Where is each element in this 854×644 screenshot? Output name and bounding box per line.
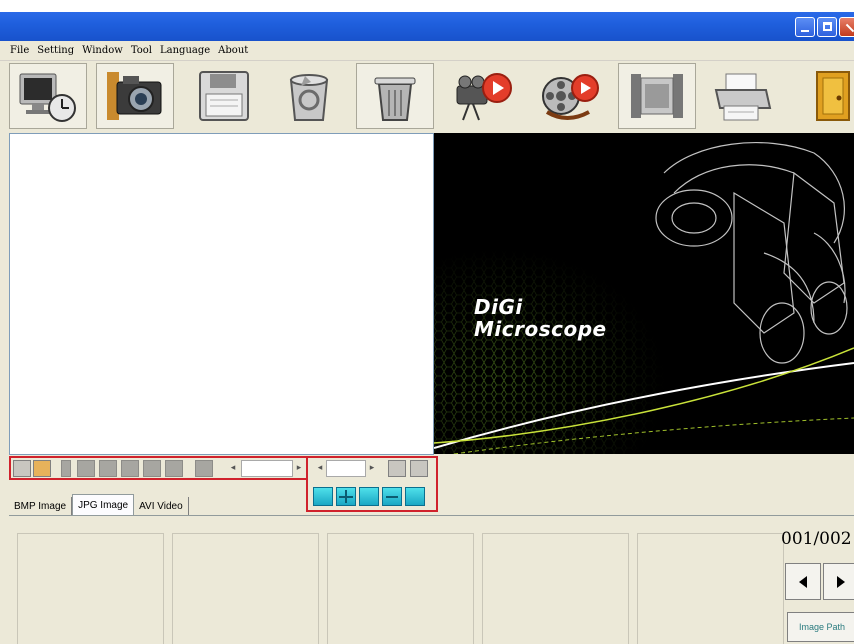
media-tabs: BMP Image JPG Image AVI Video	[9, 494, 189, 516]
control-button-1[interactable]	[77, 460, 95, 477]
main-toolbar	[0, 61, 854, 133]
zoom-left-icon[interactable]: ◂	[314, 460, 326, 477]
tab-avi-video[interactable]: AVI Video	[134, 497, 189, 516]
scroll-left-icon[interactable]: ◂	[227, 460, 239, 477]
tab-jpg-image[interactable]: JPG Image	[72, 494, 135, 516]
measure-line-icon[interactable]	[382, 487, 402, 506]
exit-button[interactable]	[792, 63, 854, 129]
arrow-left-icon	[799, 575, 807, 588]
crosshair-icon[interactable]	[336, 487, 356, 506]
zoom-control-bar: ◂ ▸	[306, 456, 438, 484]
snapshot-icon[interactable]	[13, 460, 31, 477]
title-bar[interactable]	[0, 12, 854, 41]
printer-icon	[714, 73, 772, 121]
maximize-button[interactable]	[817, 17, 837, 37]
save-button[interactable]	[185, 63, 263, 129]
menu-language[interactable]: Language	[160, 45, 210, 56]
video-camera-record-icon	[456, 73, 512, 121]
monitor-clock-icon	[19, 73, 76, 122]
control-button-2[interactable]	[99, 460, 117, 477]
preview-pane[interactable]	[9, 133, 434, 455]
image-path-button[interactable]: Image Path	[787, 612, 854, 642]
thumbnail-slot[interactable]	[327, 533, 474, 644]
tab-bmp-image[interactable]: BMP Image	[9, 497, 73, 516]
delete-button[interactable]	[356, 63, 434, 129]
playback-control-bar: ◂ ▸	[9, 456, 308, 480]
position-slider[interactable]	[241, 460, 293, 477]
film-reel-record-icon	[542, 74, 599, 120]
next-page-button[interactable]	[823, 563, 854, 600]
copy-icon[interactable]	[313, 487, 333, 506]
camera-icon	[107, 72, 162, 120]
menu-about[interactable]: About	[218, 45, 248, 56]
thumbnail-slot[interactable]	[172, 533, 319, 644]
recycle-button[interactable]	[270, 63, 348, 129]
control-button-6[interactable]	[195, 460, 213, 477]
thumbnail-strip	[9, 525, 854, 644]
video-record-button[interactable]	[444, 63, 522, 129]
menu-window[interactable]: Window	[82, 45, 123, 56]
monitor-clock-button[interactable]	[9, 63, 87, 129]
print-button[interactable]	[703, 63, 781, 129]
recycle-bin-icon	[289, 74, 329, 121]
thumbnail-slot[interactable]	[482, 533, 629, 644]
trash-can-icon	[374, 77, 416, 121]
splash-background	[434, 133, 854, 454]
thumbnail-slot[interactable]	[17, 533, 164, 644]
splash-pane: DiGi Microscope	[434, 133, 854, 454]
control-button-3[interactable]	[121, 460, 139, 477]
fit-view-icon[interactable]	[388, 460, 406, 477]
zoom-right-icon[interactable]: ▸	[366, 460, 378, 477]
filmstrip-button[interactable]	[618, 63, 696, 129]
minimize-button[interactable]	[795, 17, 815, 37]
zoom-slider[interactable]	[326, 460, 366, 477]
top-strip	[0, 0, 854, 12]
capture-button[interactable]	[96, 63, 174, 129]
thumbnail-slot[interactable]	[637, 533, 784, 644]
image-adjust-icon[interactable]	[359, 487, 379, 506]
draw-pen-icon[interactable]	[410, 460, 428, 477]
scroll-right-icon[interactable]: ▸	[293, 460, 305, 477]
tab-divider	[9, 515, 854, 516]
save-snapshot-icon[interactable]	[405, 487, 425, 506]
open-folder-icon[interactable]	[33, 460, 51, 477]
brand-line-1: DiGi	[474, 295, 523, 319]
menu-file[interactable]: File	[10, 45, 29, 56]
control-button-5[interactable]	[165, 460, 183, 477]
splash-brand: DiGi Microscope	[474, 296, 607, 340]
film-record-button[interactable]	[530, 63, 608, 129]
exit-door-icon	[816, 71, 850, 121]
brand-line-2: Microscope	[474, 317, 607, 341]
floppy-save-icon	[199, 71, 249, 121]
filmstrip-icon	[631, 74, 683, 118]
menu-tool[interactable]: Tool	[131, 45, 152, 56]
app-window: File Setting Window Tool Language About	[0, 0, 854, 644]
page-counter: 001/002	[781, 529, 852, 549]
prev-page-button[interactable]	[785, 563, 821, 600]
close-button[interactable]	[839, 17, 854, 37]
control-button-4[interactable]	[143, 460, 161, 477]
menu-setting[interactable]: Setting	[37, 45, 74, 56]
arrow-right-icon	[837, 575, 845, 588]
stop-icon[interactable]	[61, 460, 71, 477]
menu-bar: File Setting Window Tool Language About	[0, 41, 854, 61]
